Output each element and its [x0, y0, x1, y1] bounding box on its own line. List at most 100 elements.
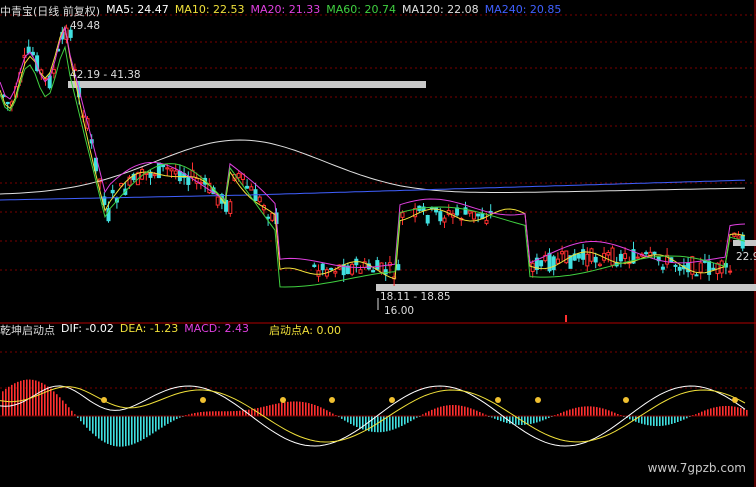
macd-bar [527, 416, 529, 425]
macd-bar [353, 416, 355, 426]
candle-body [560, 251, 565, 255]
macd-bar [35, 380, 37, 416]
macd-bar [158, 416, 160, 430]
candle-body [270, 212, 275, 221]
macd-bar [629, 416, 631, 420]
candle-body [215, 196, 220, 206]
macd-bar [710, 408, 712, 416]
ma240-label: MA240: 20.85 [484, 3, 562, 16]
macd-bar [125, 416, 127, 447]
macd-bar [68, 407, 70, 416]
candle-body [245, 185, 250, 189]
macd-bar [722, 406, 724, 416]
ma10-label: MA10: 22.53 [174, 3, 245, 16]
macd-bar [404, 416, 406, 425]
price-legend: 中青宝(日线 前复权) MA5: 24.47 MA10: 22.53 MA20:… [0, 3, 561, 19]
macd-bar [296, 401, 298, 416]
macd-bar [197, 412, 199, 416]
mask-area [278, 225, 528, 263]
candle-body [110, 189, 115, 194]
macd-bar [281, 402, 283, 416]
macd-bar [671, 416, 673, 424]
macd-bar [287, 401, 289, 416]
candle-body [606, 251, 611, 256]
candle-body [581, 249, 586, 260]
macd-bar [284, 402, 286, 416]
macd-bar [530, 416, 532, 424]
candle-body [400, 212, 405, 218]
macd-bar [59, 397, 61, 416]
right-price-label: 22.98 [736, 251, 756, 263]
macd-bar [89, 416, 91, 431]
macd-bar [269, 405, 271, 416]
macd-bar [38, 381, 40, 416]
macd-bar [227, 411, 229, 416]
candle-body [677, 266, 682, 271]
start-point-marker [280, 397, 286, 403]
dea-label: DEA: -1.23 [119, 322, 179, 335]
candle-body [593, 256, 598, 263]
macd-bar [146, 416, 148, 438]
candle-body [476, 213, 481, 217]
macd-bar [701, 411, 703, 416]
candle-body [564, 250, 569, 264]
macd-bar [251, 409, 253, 416]
candle-body [169, 168, 174, 172]
macd-label: MACD: 2.43 [184, 322, 249, 335]
candle-body [471, 211, 476, 220]
macd-bar [431, 409, 433, 416]
macd-bar [476, 410, 478, 416]
candle-body [333, 271, 338, 274]
macd-bar [122, 416, 124, 447]
macd-bar [290, 401, 292, 416]
macd-bar [443, 405, 445, 416]
macd-bar [389, 416, 391, 431]
macd-bar [203, 411, 205, 416]
start-point-marker [200, 397, 206, 403]
macd-bar [41, 382, 43, 416]
indicator-name: 乾坤启动点 [0, 324, 55, 337]
candle-body [618, 253, 623, 262]
macd-bar [263, 406, 265, 416]
candle-body [635, 256, 640, 259]
stock-title: 中青宝(日线 前复权) [0, 5, 101, 18]
macd-bar [224, 411, 226, 416]
macd-bar [596, 407, 598, 416]
macd-bar [26, 379, 28, 416]
macd-bar [218, 411, 220, 416]
macd-bar [86, 416, 88, 428]
macd-bar [14, 383, 16, 416]
macd-bar [563, 411, 565, 416]
macd-bar [164, 416, 166, 426]
macd-bar [272, 404, 274, 416]
macd-bar [662, 416, 664, 426]
macd-bar [734, 406, 736, 416]
candle-body [249, 186, 254, 191]
macd-bar [719, 406, 721, 416]
macd-bar [320, 407, 322, 416]
macd-bar [200, 412, 202, 416]
macd-bar [302, 401, 304, 416]
start-point-marker [535, 397, 541, 403]
macd-bar [605, 409, 607, 416]
candle-body [555, 258, 560, 264]
macd-bar [365, 416, 367, 431]
candle-body [173, 170, 178, 175]
macd-bar [725, 405, 727, 416]
macd-bar [497, 416, 499, 420]
start-point-marker [623, 397, 629, 403]
macd-bar [593, 406, 595, 416]
macd-bar [137, 416, 139, 443]
macd-bar [665, 416, 667, 426]
dif-label: DIF: -0.02 [61, 322, 114, 335]
ma5-label: MA5: 24.47 [106, 3, 169, 16]
macd-bar [455, 405, 457, 416]
macd-bar [680, 416, 682, 421]
macd-bar [317, 406, 319, 416]
macd-bar [371, 416, 373, 432]
macd-bar [311, 403, 313, 416]
candle-body [177, 170, 182, 182]
candle-body [652, 251, 657, 255]
macd-bar [215, 411, 217, 416]
start-point-marker [495, 397, 501, 403]
